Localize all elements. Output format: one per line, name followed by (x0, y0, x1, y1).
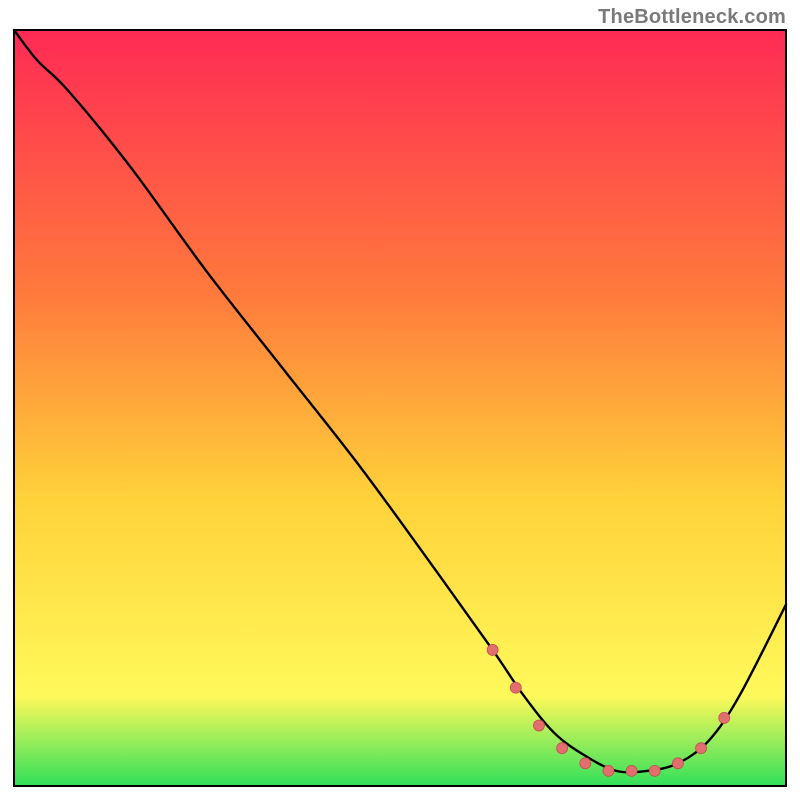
optimal-marker (603, 765, 614, 776)
optimal-marker (533, 720, 544, 731)
optimal-marker (626, 765, 637, 776)
optimal-marker (719, 712, 730, 723)
optimal-marker (649, 765, 660, 776)
plot-background (14, 30, 786, 786)
optimal-marker (487, 644, 498, 655)
optimal-marker (696, 743, 707, 754)
optimal-marker (510, 682, 521, 693)
optimal-marker (580, 758, 591, 769)
chart-container: { "attribution": "TheBottleneck.com", "c… (0, 0, 800, 800)
bottleneck-chart (0, 0, 800, 800)
optimal-marker (672, 758, 683, 769)
optimal-marker (557, 743, 568, 754)
attribution-label: TheBottleneck.com (598, 6, 786, 29)
